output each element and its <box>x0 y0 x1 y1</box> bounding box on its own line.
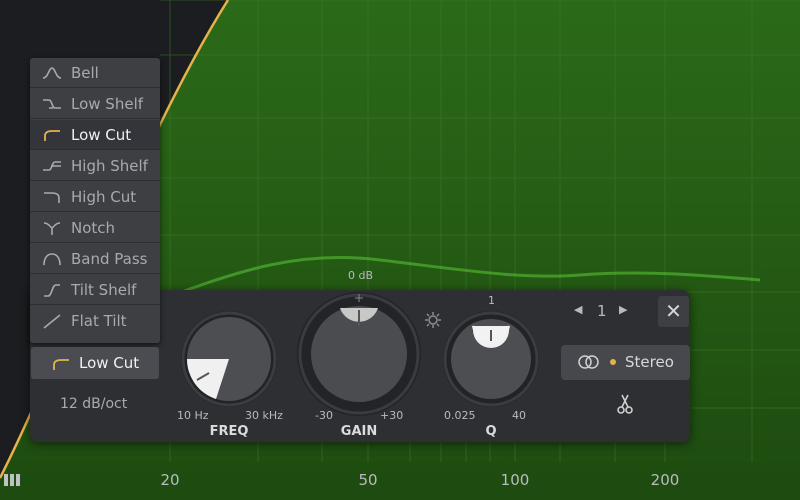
menu-item-low-shelf[interactable]: Low Shelf <box>30 89 160 119</box>
high-cut-icon <box>44 192 60 203</box>
filter-shape-select[interactable]: Low Cut <box>31 347 159 379</box>
gain-label: GAIN <box>340 424 378 439</box>
menu-item-label: High Cut <box>71 188 137 206</box>
menu-item-high-cut[interactable]: High Cut <box>30 182 160 212</box>
menu-item-high-shelf[interactable]: High Shelf <box>30 151 160 181</box>
menu-item-label: Notch <box>71 219 116 237</box>
menu-item-label: Low Cut <box>71 126 132 144</box>
stereo-rings-icon <box>578 355 599 369</box>
menu-item-flat-tilt[interactable]: Flat Tilt <box>30 306 160 336</box>
menu-item-label: Tilt Shelf <box>71 281 137 299</box>
freq-axis-label: 20 <box>160 471 180 489</box>
filter-shape-menu: Bell Low Shelf Low Cut High Shelf High C… <box>30 58 160 343</box>
menu-item-label: Low Shelf <box>71 95 144 113</box>
band-number: 1 <box>597 302 607 320</box>
close-band-button[interactable]: ✕ <box>658 296 689 327</box>
gain-max-label: +30 <box>380 409 404 422</box>
band-navigator: ◀ 1 ▶ <box>574 302 634 322</box>
next-band-icon[interactable]: ▶ <box>619 303 627 316</box>
low-cut-icon <box>44 130 60 141</box>
menu-item-label: High Shelf <box>71 157 148 175</box>
menu-item-label: Flat Tilt <box>71 312 127 330</box>
menu-item-notch[interactable]: Notch <box>30 213 160 243</box>
menu-item-low-cut[interactable]: Low Cut <box>30 120 160 150</box>
q-min-label: 0.025 <box>444 409 476 422</box>
filter-shape-select-label: Low Cut <box>79 354 140 372</box>
freq-axis-label: 100 <box>500 471 530 489</box>
slope-label[interactable]: 12 dB/oct <box>60 396 127 412</box>
gain-min-label: -30 <box>315 409 333 422</box>
scissors-icon[interactable] <box>616 393 634 415</box>
flat-tilt-icon <box>43 314 61 329</box>
stereo-indicator-dot <box>610 359 616 365</box>
band-pass-icon <box>43 253 61 266</box>
menu-item-band-pass[interactable]: Band Pass <box>30 244 160 274</box>
freq-min-label: 10 Hz <box>177 409 209 422</box>
stereo-label: Stereo <box>625 353 674 371</box>
low-cut-icon <box>53 359 69 370</box>
freq-axis-label: 200 <box>650 471 680 489</box>
freq-axis-label: 50 <box>358 471 378 489</box>
gear-icon[interactable] <box>424 311 446 333</box>
freq-max-label: 30 kHz <box>245 409 283 422</box>
tilt-shelf-icon <box>44 284 60 297</box>
menu-item-label: Bell <box>71 64 99 82</box>
q-top-label: 1 <box>488 294 495 307</box>
bell-shape-icon <box>42 67 62 79</box>
eq-editor: 20 50 100 200 Bell Low Shelf Low Cut Hig… <box>0 0 800 500</box>
prev-band-icon[interactable]: ◀ <box>574 303 582 316</box>
q-label: Q <box>485 424 497 439</box>
menu-item-bell[interactable]: Bell <box>30 58 160 88</box>
piano-keys-icon[interactable] <box>3 472 21 488</box>
gain-top-label: 0 dB <box>348 269 374 282</box>
low-shelf-icon <box>43 99 61 109</box>
menu-item-tilt-shelf[interactable]: Tilt Shelf <box>30 275 160 305</box>
freq-label: FREQ <box>209 424 249 439</box>
high-shelf-icon <box>43 161 61 171</box>
q-max-label: 40 <box>512 409 526 422</box>
notch-icon <box>43 222 61 235</box>
menu-item-label: Band Pass <box>71 250 148 268</box>
stereo-mode-button[interactable]: Stereo <box>561 345 690 380</box>
